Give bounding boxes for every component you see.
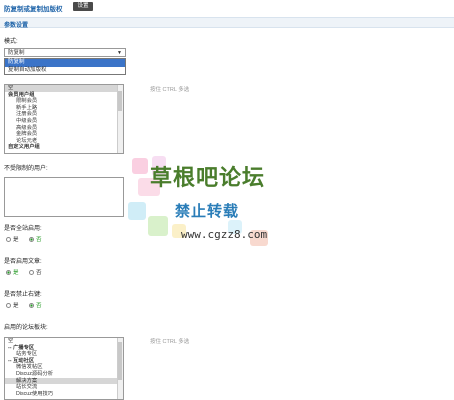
mode-dropdown-list[interactable]: 防复制 复制自动加版权 (4, 58, 126, 75)
mode-option[interactable]: 复制自动加版权 (5, 67, 125, 75)
full-site-label: 是否全站启用: (4, 226, 42, 232)
settings-button[interactable]: 设置 (73, 2, 93, 11)
forums-label: 启用的论坛板块: (4, 325, 48, 331)
list-item[interactable]: Discuz使用技巧 (5, 391, 123, 398)
radio-no-label: 否 (36, 237, 42, 243)
scrollbar[interactable] (117, 85, 123, 153)
list-item[interactable]: 空 (5, 85, 123, 92)
right-click-label: 是否禁止右键: (4, 292, 42, 298)
radio-yes[interactable] (6, 303, 11, 308)
list-item[interactable]: 中级会员 (5, 118, 123, 125)
radio-yes[interactable] (6, 270, 11, 275)
watermark-url: www.cgzz8.com (181, 228, 268, 241)
list-item[interactable]: 注册会员 (5, 111, 123, 118)
list-item[interactable]: Discuz源码分析 (5, 371, 123, 378)
radio-no[interactable] (29, 237, 35, 242)
user-groups-listbox[interactable]: 空 会员用户组 限制会员 新手上路 注册会员 中级会员 高级会员 金牌会员 论坛… (4, 84, 124, 154)
radio-yes-label: 是 (13, 237, 19, 243)
radio-no-label: 否 (36, 270, 42, 276)
list-item[interactable]: 微信发帖区 (5, 364, 123, 371)
mode-selected-value: 防复制 (8, 50, 25, 56)
radio-no-label: 否 (36, 303, 42, 309)
radio-no[interactable] (29, 303, 35, 308)
section-title: 参数设置 (4, 22, 29, 29)
articles-label: 是否启用文章: (4, 259, 42, 265)
radio-yes[interactable] (6, 237, 11, 242)
articles-radio-group: 是 否 (6, 268, 51, 276)
radio-no[interactable] (29, 270, 35, 275)
list-item[interactable]: 站长交流 (5, 384, 123, 391)
list-item[interactable]: 自定义用户组 (5, 144, 123, 151)
list-item[interactable]: 限制会员 (5, 98, 123, 105)
multi-select-hint: 按住 CTRL 多选 (150, 87, 190, 93)
scrollbar[interactable] (117, 338, 123, 399)
list-item[interactable]: 空 (5, 338, 123, 345)
multi-select-hint: 按住 CTRL 多选 (150, 339, 190, 345)
users-label: 不受限制的用户: (4, 166, 48, 172)
full-site-radio-group: 是 否 (6, 235, 51, 243)
list-item[interactable]: 金牌会员 (5, 131, 123, 138)
list-item[interactable]: 站务专区 (5, 351, 123, 358)
plugin-title: 防复制或复制加版权 (4, 6, 63, 13)
forums-listbox[interactable]: 空 -- 广播专区 站务专区 -- 互动社区 微信发帖区 Discuz源码分析 … (4, 337, 124, 400)
section-header-bar (0, 17, 454, 28)
watermark-subtitle: 禁止转载 (175, 203, 240, 220)
radio-yes-label: 是 (13, 270, 19, 276)
chevron-down-icon: ▼ (117, 50, 122, 56)
right-click-radio-group: 是 否 (6, 301, 51, 309)
mode-option[interactable]: 防复制 (5, 59, 125, 67)
watermark-title: 草根吧论坛 (150, 165, 266, 190)
mode-label: 模式: (4, 39, 18, 45)
users-textarea[interactable] (4, 177, 124, 217)
mode-select[interactable]: 防复制 ▼ (4, 48, 126, 57)
radio-yes-label: 是 (13, 303, 19, 309)
